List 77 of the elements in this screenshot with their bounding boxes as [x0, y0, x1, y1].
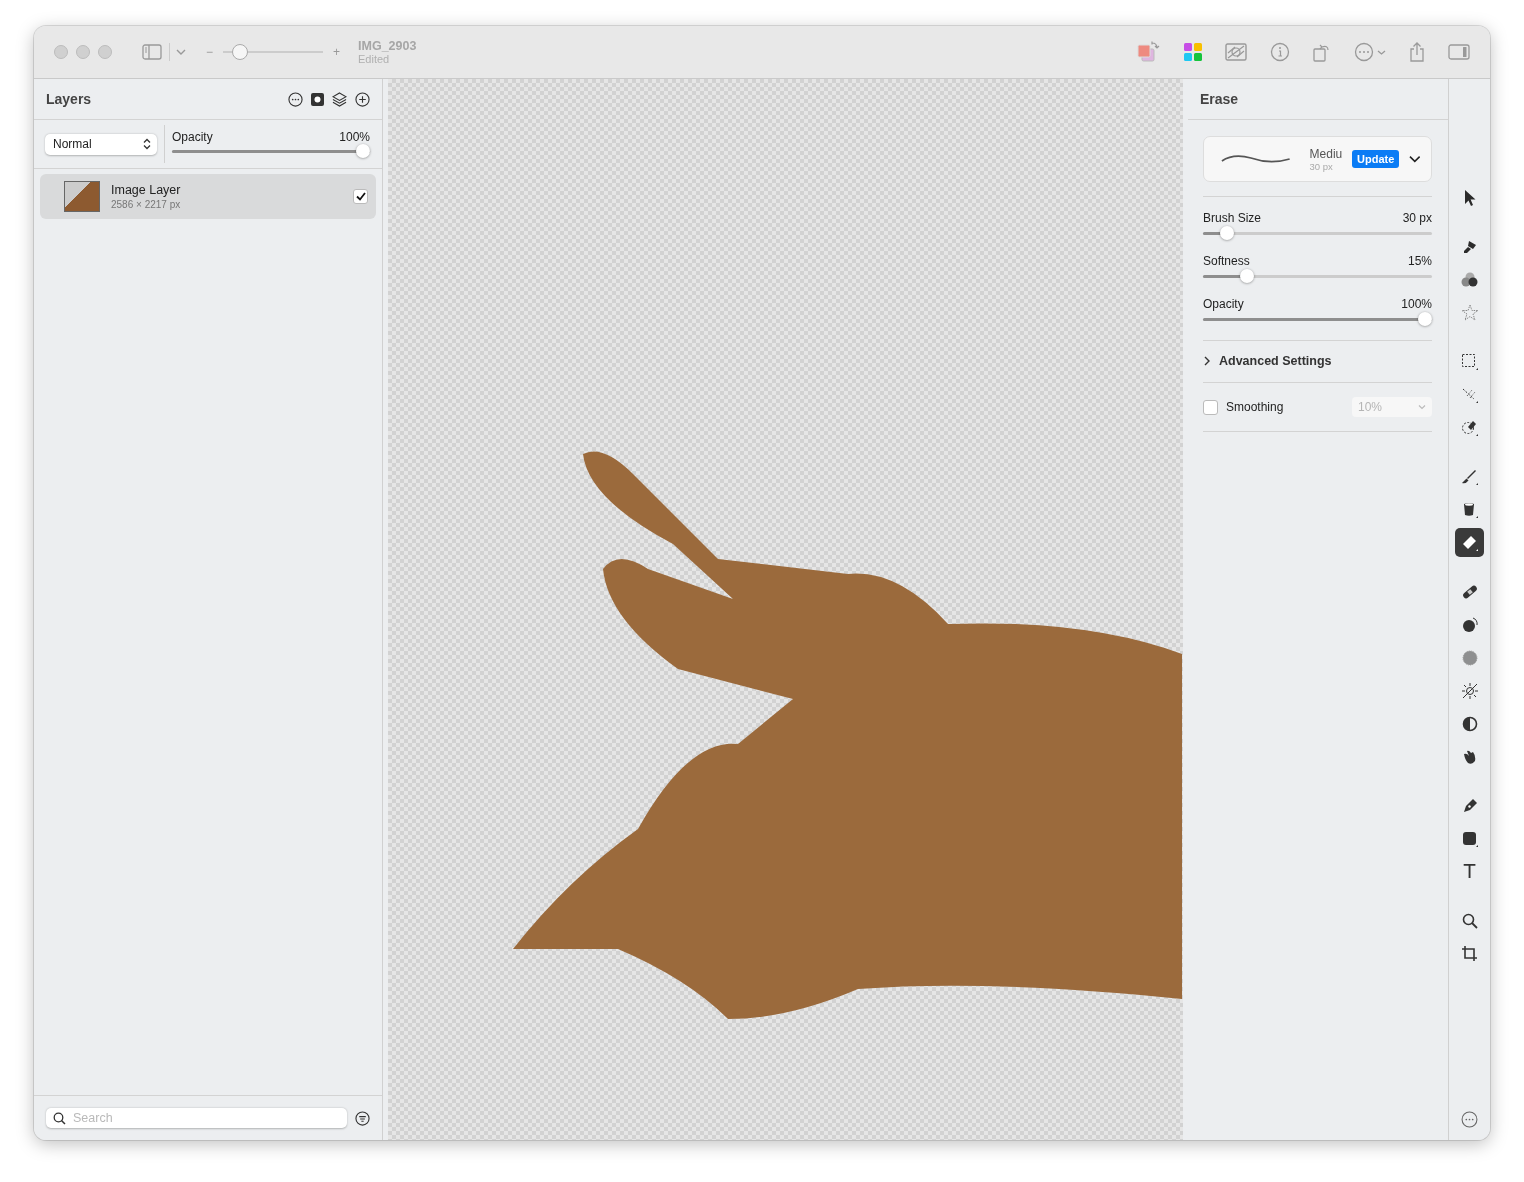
text-tool-label: T [1463, 862, 1476, 881]
zoom-slider-thumb[interactable] [232, 44, 248, 60]
slider-value: 15% [1407, 254, 1432, 268]
mask-icon[interactable] [311, 92, 324, 106]
search-icon [1460, 911, 1479, 930]
chevron-down-icon [1377, 48, 1386, 56]
clone-stamp-icon [1460, 615, 1479, 634]
add-icon[interactable] [355, 91, 370, 107]
chevron-down-icon [1418, 404, 1426, 410]
search-field[interactable]: Search [46, 1108, 347, 1128]
document-title: IMG_2903 [358, 39, 417, 53]
slider-label: Softness [1203, 254, 1250, 268]
layer-row[interactable]: Image Layer 2586 × 2217 px [40, 174, 376, 219]
panel-title: Layers [46, 91, 92, 107]
preset-name: Mediu [1309, 146, 1344, 161]
tool-button[interactable] [1455, 528, 1484, 557]
brush-icon [1460, 467, 1479, 486]
slider-value: 100% [1401, 297, 1432, 311]
pointer-icon [1462, 188, 1477, 207]
visibility-checkbox[interactable] [353, 189, 368, 204]
opacity-value: 100% [339, 130, 370, 144]
blend-mode-dropdown[interactable]: Normal [45, 133, 157, 155]
rotate-icon[interactable] [1313, 42, 1331, 62]
crop-icon [1460, 944, 1479, 963]
advanced-settings-disclosure[interactable]: Advanced Settings [1203, 354, 1432, 368]
slider-thumb[interactable] [1239, 269, 1254, 283]
smoothing-checkbox[interactable] [1203, 399, 1218, 415]
slider-thumb[interactable] [356, 144, 370, 158]
rounded-square-icon [1460, 829, 1479, 848]
brush-preset-dropdown[interactable]: Mediu 30 px Update [1203, 136, 1432, 182]
swap-colors-icon[interactable] [1137, 41, 1161, 63]
ellipsis-icon[interactable] [1461, 1111, 1478, 1128]
share-icon[interactable] [1409, 42, 1425, 62]
blur-icon [1460, 648, 1479, 667]
updown-chevron-icon [143, 138, 151, 150]
chevron-icon [1203, 356, 1211, 366]
contrast-icon [1460, 714, 1479, 733]
slider-thumb[interactable] [1220, 226, 1235, 240]
circles-icon [1460, 271, 1479, 288]
search-icon [53, 1112, 66, 1125]
tool-button[interactable]: T [1455, 857, 1484, 886]
slider-label: Brush Size [1203, 211, 1262, 225]
ellipsis-icon [1354, 42, 1374, 62]
sidebar-toggle-button[interactable] [142, 44, 162, 60]
star-icon [1460, 304, 1479, 321]
chevron-down-icon[interactable] [176, 48, 186, 56]
ellipsis-icon[interactable] [288, 91, 303, 107]
slider[interactable] [172, 144, 370, 158]
opacity-label: Opacity [172, 130, 213, 144]
color-grid-icon[interactable] [1184, 43, 1202, 61]
more-menu-button[interactable] [1354, 42, 1386, 62]
sun-icon [1460, 681, 1479, 700]
panel-title: Erase [1200, 91, 1239, 107]
smoothing-label: Smoothing [1226, 400, 1284, 414]
sidebar-icon [142, 44, 162, 60]
slider-value: 30 px [1402, 211, 1432, 225]
update-button[interactable]: Update [1352, 150, 1400, 168]
image-compare-icon[interactable] [1225, 43, 1247, 61]
marquee-icon [1460, 352, 1479, 371]
slider-label: Opacity [1203, 297, 1244, 311]
chevron-down-icon [1409, 155, 1421, 163]
layer-name: Image Layer [111, 183, 182, 197]
slider[interactable] [1203, 226, 1432, 240]
slider[interactable] [1203, 312, 1432, 326]
layer-size: 2586 × 2217 px [111, 199, 182, 210]
layer-thumbnail [64, 181, 100, 212]
slider-thumb[interactable] [1418, 312, 1432, 326]
info-icon[interactable] [1270, 42, 1290, 62]
preset-size: 30 px [1309, 160, 1334, 172]
checkmark-icon [355, 192, 366, 201]
document-status: Edited [358, 53, 391, 65]
layers-icon[interactable] [332, 91, 347, 107]
filter-icon[interactable] [355, 1110, 370, 1126]
paint-brush-icon [1461, 238, 1478, 255]
lasso-icon [1460, 418, 1479, 437]
slider[interactable] [1203, 269, 1432, 283]
inspector-toggle-icon[interactable] [1448, 44, 1470, 60]
